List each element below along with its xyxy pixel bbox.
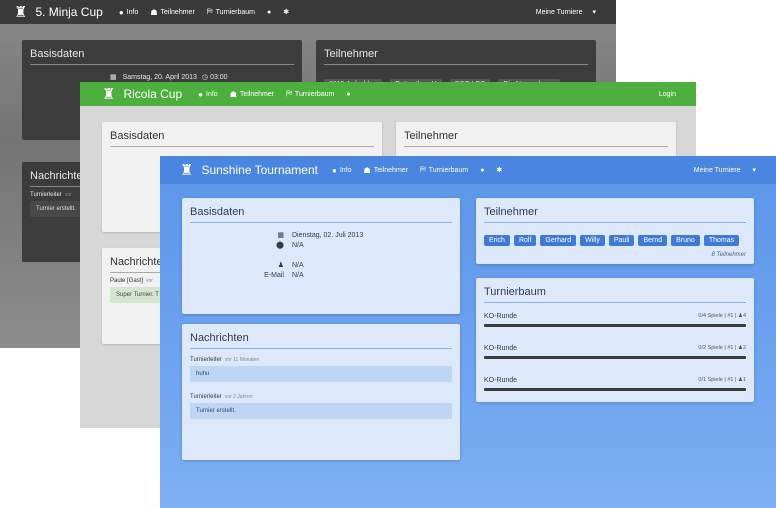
round-name: KO-Runde <box>484 345 518 352</box>
email-label: E-Mail <box>264 272 284 279</box>
participants-count: 8 Teilnehmer <box>711 252 746 258</box>
round-bar <box>484 388 746 391</box>
nav-info[interactable]: ● Info <box>198 90 218 99</box>
info-icon: ● <box>198 89 203 99</box>
round-meta: 0/4 Spiele | #1 | ♟4 <box>698 313 746 319</box>
participant-chip[interactable]: Gerhard <box>540 235 577 246</box>
round-bar <box>484 324 746 327</box>
gear-icon[interactable]: ✱ <box>283 8 289 16</box>
tournament-title: Sunshine Tournament <box>201 163 318 177</box>
tree-icon: ⛿ <box>206 7 213 16</box>
message-header: Turnierleiter vor 11 Monaten <box>190 357 260 363</box>
nav-turnierbaum[interactable]: ⛿ Turnierbaum <box>286 89 334 99</box>
message-bubble: Turnier erstellt. <box>190 403 452 419</box>
participant-chip[interactable]: Bernd <box>638 235 668 246</box>
round-name: KO-Runde <box>484 377 518 384</box>
participant-chip[interactable]: Willy <box>580 235 605 246</box>
trophy-logo-icon: ♜ <box>180 161 194 179</box>
caret-down-icon: ▾ <box>752 167 756 174</box>
user-menu[interactable]: Meine Turniere ▾ <box>694 166 756 175</box>
panel-title: Basisdaten <box>190 206 452 223</box>
nav-teilnehmer[interactable]: ☗ Teilnehmer <box>150 8 194 17</box>
turnierbaum-panel: Turnierbaum KO-Runde 0/4 Spiele | #1 | ♟4… <box>476 278 754 402</box>
location-pin-icon: ⬤ <box>276 242 284 249</box>
users-icon: ☗ <box>229 89 237 99</box>
nav-turnierbaum[interactable]: ⛿ Turnierbaum <box>420 165 468 175</box>
nav-info[interactable]: ● Info <box>119 8 139 17</box>
tree-icon: ⛿ <box>419 165 426 174</box>
panel-title: Teilnehmer <box>324 48 588 65</box>
chat-icon[interactable]: ● <box>267 9 271 16</box>
person-icon: ♟ <box>277 262 284 269</box>
login-link[interactable]: Login <box>659 91 676 98</box>
panel-title: Teilnehmer <box>484 206 746 223</box>
window-sunshine-tournament: ♜ Sunshine Tournament ● Info ☗ Teilnehmer … <box>160 156 776 508</box>
panel-title: Nachrichten <box>190 332 452 349</box>
participant-chip[interactable]: Rolf <box>513 235 537 246</box>
navbar: ♜ Sunshine Tournament ● Info ☗ Teilnehmer … <box>160 156 776 184</box>
message-header: Turnierleiter vor 2 Jahren <box>190 394 253 400</box>
message-bubble: huhu <box>190 366 452 382</box>
participant-chip[interactable]: Erich <box>484 235 510 246</box>
info-icon: ● <box>118 7 124 17</box>
participant-chip[interactable]: Pauli <box>608 235 635 246</box>
brand[interactable]: ♜ Ricola Cup <box>102 87 182 102</box>
round-row[interactable]: KO-Runde 0/2 Spiele | #1 | ♟2 <box>484 345 746 359</box>
round-name: KO-Runde <box>484 313 518 320</box>
nav-teilnehmer[interactable]: ☗ Teilnehmer <box>230 90 274 99</box>
date-value: Dienstag, 02. Juli 2013 <box>292 232 364 239</box>
navbar: ♜ Ricola Cup ● Info ☗ Teilnehmer ⛿ Turnierb… <box>80 82 696 106</box>
trophy-logo-icon: ♜ <box>102 85 116 103</box>
teilnehmer-panel: Teilnehmer Erich Rolf Gerhard Willy Pauli Ber… <box>476 198 754 264</box>
nav-info[interactable]: ● Info <box>332 166 352 175</box>
tree-icon: ⛿ <box>286 89 292 98</box>
trophy-logo-icon: ♜ <box>14 3 28 21</box>
panel-title: Basisdaten <box>30 48 294 65</box>
users-icon: ☗ <box>150 7 158 17</box>
chat-icon[interactable]: ● <box>346 91 350 98</box>
user-menu[interactable]: Meine Turniere ▾ <box>536 8 596 17</box>
round-meta: 0/1 Spiele | #1 | ♟1 <box>698 377 746 383</box>
email-value: N/A <box>292 272 304 279</box>
navbar: ♜ 5. Minja Cup ● Info ☗ Teilnehmer ⛿ Turnie… <box>0 0 616 24</box>
brand[interactable]: ♜ Sunshine Tournament <box>180 163 318 178</box>
tournament-title: Ricola Cup <box>123 87 183 101</box>
nav-turnierbaum[interactable]: ⛿ Turnierbaum <box>207 7 255 17</box>
brand[interactable]: ♜ 5. Minja Cup <box>14 5 103 20</box>
basisdaten-panel: Basisdaten ▦ Dienstag, 02. Juli 2013 ⬤ N/A… <box>182 198 460 314</box>
round-row[interactable]: KO-Runde 0/4 Spiele | #1 | ♟4 <box>484 313 746 327</box>
panel-title: Basisdaten <box>110 130 374 147</box>
chat-icon[interactable]: ● <box>480 167 484 174</box>
panel-title: Teilnehmer <box>404 130 668 147</box>
round-row[interactable]: KO-Runde 0/1 Spiele | #1 | ♟1 <box>484 377 746 391</box>
info-icon: ● <box>331 165 337 175</box>
calendar-icon: ▦ <box>277 232 284 239</box>
round-bar <box>484 356 746 359</box>
participant-chip[interactable]: Thomas <box>703 235 740 246</box>
person-value: N/A <box>292 262 304 269</box>
users-icon: ☗ <box>363 165 371 175</box>
caret-down-icon: ▾ <box>592 9 596 16</box>
location-value: N/A <box>292 242 304 249</box>
gear-icon[interactable]: ✱ <box>496 166 502 174</box>
participant-chip[interactable]: Bruno <box>671 235 700 246</box>
round-meta: 0/2 Spiele | #1 | ♟2 <box>698 345 746 351</box>
panel-title: Turnierbaum <box>484 286 746 303</box>
nav-teilnehmer[interactable]: ☗ Teilnehmer <box>364 166 408 175</box>
tournament-title: 5. Minja Cup <box>35 5 103 19</box>
nachrichten-panel: Nachrichten Turnierleiter vor 11 Monaten … <box>182 324 460 460</box>
